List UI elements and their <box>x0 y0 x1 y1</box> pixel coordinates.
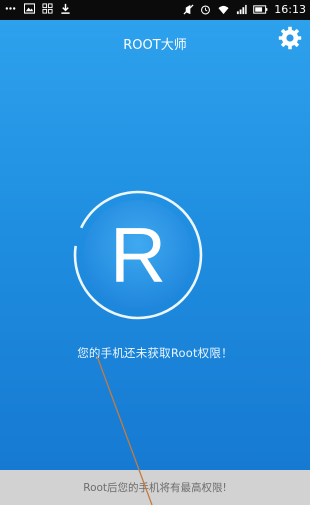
status-bar-left <box>4 3 71 14</box>
image-icon <box>24 3 35 14</box>
battery-icon <box>253 5 268 14</box>
download-icon <box>61 3 70 14</box>
status-time: 16:13 <box>274 3 306 16</box>
root-logo-button[interactable]: R <box>72 189 204 321</box>
mute-icon <box>183 4 194 15</box>
signal-icon <box>237 4 247 15</box>
more-dots-icon <box>5 7 16 10</box>
alarm-icon <box>201 5 211 15</box>
app-grid-icon <box>42 3 53 14</box>
gear-icon[interactable] <box>278 26 302 50</box>
status-bar: 16:13 <box>0 0 310 20</box>
app-screen: 16:13 ROOT大师 R 您的手机还未获取Root权限！ Root后您的手机… <box>0 0 310 505</box>
footer-hint: Root后您的手机将有最高权限! <box>83 482 227 494</box>
logo-letter: R <box>110 211 166 299</box>
root-status-message: 您的手机还未获取Root权限！ <box>77 346 233 360</box>
wifi-icon <box>218 5 229 15</box>
title-bar: ROOT大师 <box>0 20 310 68</box>
status-bar-right: 16:13 <box>183 3 306 16</box>
app-title: ROOT大师 <box>123 38 187 53</box>
footer-bar: Root后您的手机将有最高权限! <box>0 470 310 505</box>
